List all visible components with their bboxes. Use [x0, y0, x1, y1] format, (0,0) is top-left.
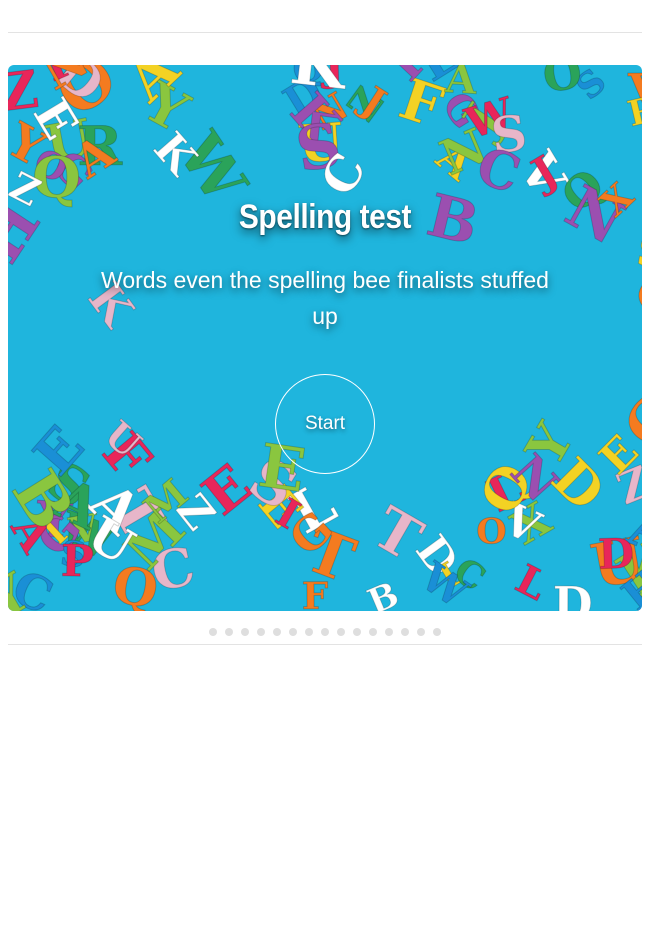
top-divider [8, 32, 642, 33]
pagination-dot[interactable] [225, 628, 233, 636]
pagination-dot[interactable] [337, 628, 345, 636]
quiz-hero-card: NUEZOGJGFQVDWJYZUSADJAKYWPKRSVKSEARKONOA… [8, 65, 642, 611]
pagination-dot[interactable] [289, 628, 297, 636]
start-button[interactable]: Start [275, 374, 375, 474]
pagination-dot[interactable] [321, 628, 329, 636]
pagination-dot[interactable] [241, 628, 249, 636]
quiz-hero-content: Spelling test Words even the spelling be… [8, 65, 642, 611]
pagination-dot[interactable] [433, 628, 441, 636]
quiz-subtitle: Words even the spelling bee finalists st… [101, 267, 549, 329]
pagination-dot[interactable] [209, 628, 217, 636]
pagination-dot[interactable] [353, 628, 361, 636]
pagination-dot[interactable] [417, 628, 425, 636]
pagination-dot[interactable] [273, 628, 281, 636]
pagination-dot[interactable] [401, 628, 409, 636]
pagination-dot[interactable] [369, 628, 377, 636]
pagination-dot[interactable] [385, 628, 393, 636]
bottom-divider [8, 644, 642, 645]
pagination-dot[interactable] [305, 628, 313, 636]
quiz-title: Spelling test [238, 198, 412, 236]
pagination-dot[interactable] [257, 628, 265, 636]
pagination-dots [0, 628, 650, 636]
